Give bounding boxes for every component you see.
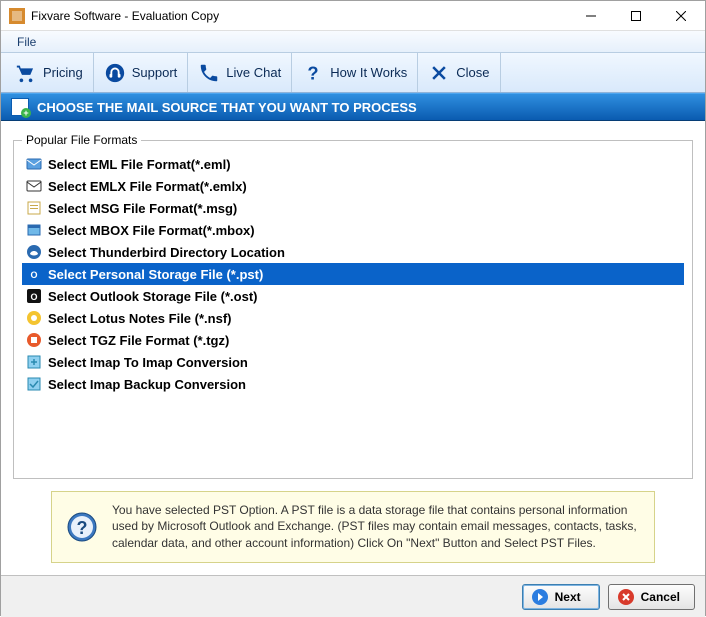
emlx-icon xyxy=(26,178,42,194)
format-item-emlx[interactable]: Select EMLX File Format(*.emlx) xyxy=(22,175,684,197)
main-content: Popular File Formats Select EML File For… xyxy=(1,121,705,575)
minimize-button[interactable] xyxy=(568,1,613,30)
format-item-label: Select Imap To Imap Conversion xyxy=(48,355,248,370)
ost-icon: O xyxy=(26,288,42,304)
support-label: Support xyxy=(132,65,178,80)
nsf-icon xyxy=(26,310,42,326)
format-item-label: Select Imap Backup Conversion xyxy=(48,377,246,392)
maximize-button[interactable] xyxy=(613,1,658,30)
file-formats-legend: Popular File Formats xyxy=(22,133,141,147)
pricing-button[interactable]: Pricing xyxy=(5,53,94,92)
format-item-label: Select Outlook Storage File (*.ost) xyxy=(48,289,257,304)
eml-icon xyxy=(26,156,42,172)
support-button[interactable]: Support xyxy=(94,53,189,92)
svg-text:O: O xyxy=(30,292,37,302)
how-it-works-button[interactable]: ? How It Works xyxy=(292,53,418,92)
svg-text:?: ? xyxy=(308,62,319,83)
banner-text: CHOOSE THE MAIL SOURCE THAT YOU WANT TO … xyxy=(37,100,417,115)
add-document-icon xyxy=(11,98,29,116)
cancel-button[interactable]: Cancel xyxy=(608,584,695,610)
format-item-label: Select Personal Storage File (*.pst) xyxy=(48,267,263,282)
cancel-icon xyxy=(617,588,635,606)
headset-icon xyxy=(104,62,126,84)
how-it-works-label: How It Works xyxy=(330,65,407,80)
format-item-tgz[interactable]: Select TGZ File Format (*.tgz) xyxy=(22,329,684,351)
format-item-pst[interactable]: O Select Personal Storage File (*.pst) xyxy=(22,263,684,285)
banner: CHOOSE THE MAIL SOURCE THAT YOU WANT TO … xyxy=(1,93,705,121)
titlebar: Fixvare Software - Evaluation Copy xyxy=(1,1,705,31)
format-item-nsf[interactable]: Select Lotus Notes File (*.nsf) xyxy=(22,307,684,329)
format-item-label: Select TGZ File Format (*.tgz) xyxy=(48,333,229,348)
format-item-label: Select MBOX File Format(*.mbox) xyxy=(48,223,255,238)
footer: Next Cancel xyxy=(1,575,705,617)
live-chat-button[interactable]: Live Chat xyxy=(188,53,292,92)
svg-text:O: O xyxy=(30,270,37,280)
format-item-eml[interactable]: Select EML File Format(*.eml) xyxy=(22,153,684,175)
format-item-msg[interactable]: Select MSG File Format(*.msg) xyxy=(22,197,684,219)
msg-icon xyxy=(26,200,42,216)
menu-file[interactable]: File xyxy=(9,33,44,51)
live-chat-label: Live Chat xyxy=(226,65,281,80)
thunderbird-icon xyxy=(26,244,42,260)
info-panel: ? You have selected PST Option. A PST fi… xyxy=(51,491,655,563)
svg-text:?: ? xyxy=(77,518,88,538)
next-arrow-icon xyxy=(531,588,549,606)
format-item-ost[interactable]: O Select Outlook Storage File (*.ost) xyxy=(22,285,684,307)
format-item-thunderbird[interactable]: Select Thunderbird Directory Location xyxy=(22,241,684,263)
mbox-icon xyxy=(26,222,42,238)
cart-icon xyxy=(15,62,37,84)
close-toolbar-button[interactable]: Close xyxy=(418,53,500,92)
close-icon xyxy=(428,62,450,84)
menubar: File xyxy=(1,31,705,53)
phone-icon xyxy=(198,62,220,84)
file-format-list: Select EML File Format(*.eml) Select EMLX… xyxy=(22,153,684,395)
imap-backup-icon xyxy=(26,376,42,392)
tgz-icon xyxy=(26,332,42,348)
pst-icon: O xyxy=(26,266,42,282)
format-item-imap[interactable]: Select Imap To Imap Conversion xyxy=(22,351,684,373)
next-label: Next xyxy=(555,590,581,604)
window-close-button[interactable] xyxy=(658,1,703,30)
pricing-label: Pricing xyxy=(43,65,83,80)
format-item-label: Select EMLX File Format(*.emlx) xyxy=(48,179,247,194)
cancel-label: Cancel xyxy=(641,590,680,604)
next-button[interactable]: Next xyxy=(522,584,600,610)
format-item-label: Select Thunderbird Directory Location xyxy=(48,245,285,260)
format-item-label: Select Lotus Notes File (*.nsf) xyxy=(48,311,231,326)
info-question-icon: ? xyxy=(66,511,98,543)
file-formats-group: Popular File Formats Select EML File For… xyxy=(13,133,693,479)
question-icon: ? xyxy=(302,62,324,84)
info-text: You have selected PST Option. A PST file… xyxy=(112,502,640,552)
format-item-label: Select MSG File Format(*.msg) xyxy=(48,201,237,216)
app-logo-icon xyxy=(9,8,25,24)
format-item-mbox[interactable]: Select MBOX File Format(*.mbox) xyxy=(22,219,684,241)
close-label: Close xyxy=(456,65,489,80)
toolbar: Pricing Support Live Chat ? How It Works… xyxy=(1,53,705,93)
format-item-imap-backup[interactable]: Select Imap Backup Conversion xyxy=(22,373,684,395)
format-item-label: Select EML File Format(*.eml) xyxy=(48,157,231,172)
window-title: Fixvare Software - Evaluation Copy xyxy=(31,9,568,23)
imap-icon xyxy=(26,354,42,370)
